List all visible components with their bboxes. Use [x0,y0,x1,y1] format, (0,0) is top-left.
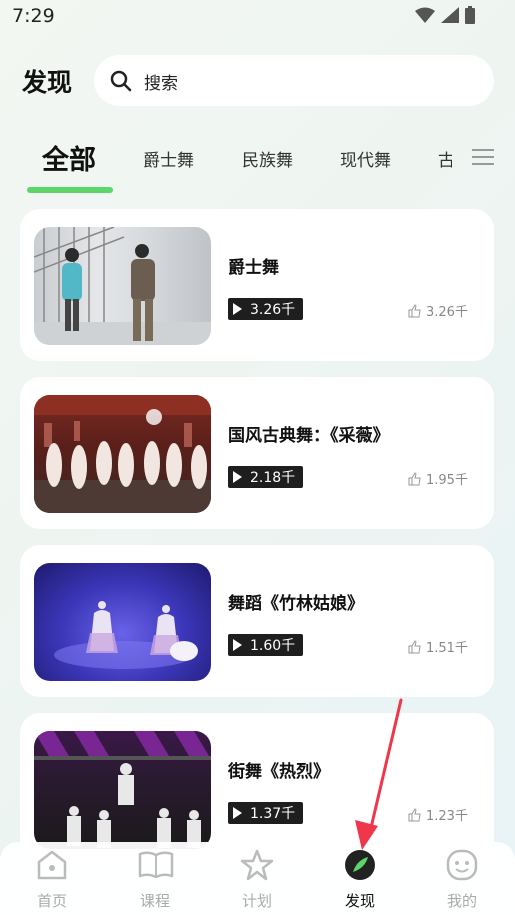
like-count[interactable]: 1.95千 [408,469,468,488]
video-thumbnail [34,731,211,849]
play-count-badge: 2.18千 [228,466,304,488]
search-bar[interactable]: 搜索 [94,55,494,106]
play-icon [233,471,242,483]
signal-icon [441,7,459,23]
status-icons [415,6,475,24]
nav-profile-label: 我的 [446,892,477,910]
tab-menu-icon[interactable] [472,147,494,167]
like-count[interactable]: 1.51千 [408,637,468,656]
search-placeholder: 搜索 [144,74,178,94]
thumbnail-image [54,601,198,669]
video-thumbnail [34,227,211,345]
like-count[interactable]: 1.23千 [408,805,468,824]
like-count-text: 1.51千 [426,641,468,656]
thumbnail-image [34,227,211,345]
bottom-nav: 首页 课程 计划 发现 我的 [0,842,515,915]
play-icon [233,639,242,651]
tab-classical-partial[interactable]: 古 [438,146,452,171]
tab-modern[interactable]: 现代舞 [340,146,391,171]
thumbnail-image [34,731,211,848]
search-icon [110,70,132,92]
video-title: 国风古典舞：《采薇》 [228,426,390,446]
nav-plan-label: 计划 [241,892,272,910]
nav-home-label: 首页 [36,892,67,910]
nav-discover[interactable]: 发现 [325,842,395,915]
thumbs-up-icon [408,807,421,821]
video-thumbnail [34,395,211,513]
book-icon [138,851,174,879]
tab-jazz[interactable]: 爵士舞 [143,146,194,171]
thumbnail-image [34,395,211,513]
like-count-text: 3.26千 [426,305,468,320]
profile-icon [446,849,478,881]
tab-folk[interactable]: 民族舞 [242,146,293,171]
video-card[interactable]: 舞蹈《竹林姑娘》 1.60千 1.51千 [20,545,494,697]
nav-home[interactable]: 首页 [17,842,87,915]
nav-course[interactable]: 课程 [120,842,190,915]
battery-icon [465,6,475,24]
play-count-badge: 3.26千 [228,298,304,320]
play-count: 1.37千 [250,806,296,822]
like-count-text: 1.23千 [426,809,468,824]
thumbs-up-icon [408,471,421,485]
wifi-icon [415,7,435,23]
play-count-badge: 1.37千 [228,802,304,824]
discover-icon [345,850,375,880]
video-thumbnail [34,563,211,681]
tab-active-indicator [27,187,113,193]
star-icon [240,849,274,881]
thumbs-up-icon [408,639,421,653]
nav-course-label: 课程 [139,892,170,910]
like-count-text: 1.95千 [426,473,468,488]
play-count: 3.26千 [250,302,296,318]
video-title: 爵士舞 [228,258,279,278]
play-icon [233,807,242,819]
nav-discover-label: 发现 [344,892,375,910]
thumbs-up-icon [408,303,421,317]
video-card[interactable]: 国风古典舞：《采薇》 2.18千 1.95千 [20,377,494,529]
nav-profile[interactable]: 我的 [427,842,497,915]
like-count[interactable]: 3.26千 [408,301,468,320]
page-title: 发现 [22,68,73,97]
play-count: 2.18千 [250,470,296,486]
play-icon [233,303,242,315]
video-title: 街舞《热烈》 [228,762,330,782]
home-icon [37,850,67,880]
video-card[interactable]: 爵士舞 3.26千 3.26千 [20,209,494,361]
nav-plan[interactable]: 计划 [222,842,292,915]
tab-all[interactable]: 全部 [42,138,96,177]
play-count-badge: 1.60千 [228,634,304,656]
video-title: 舞蹈《竹林姑娘》 [228,594,364,614]
status-time: 7:29 [12,5,55,27]
play-count: 1.60千 [250,638,296,654]
